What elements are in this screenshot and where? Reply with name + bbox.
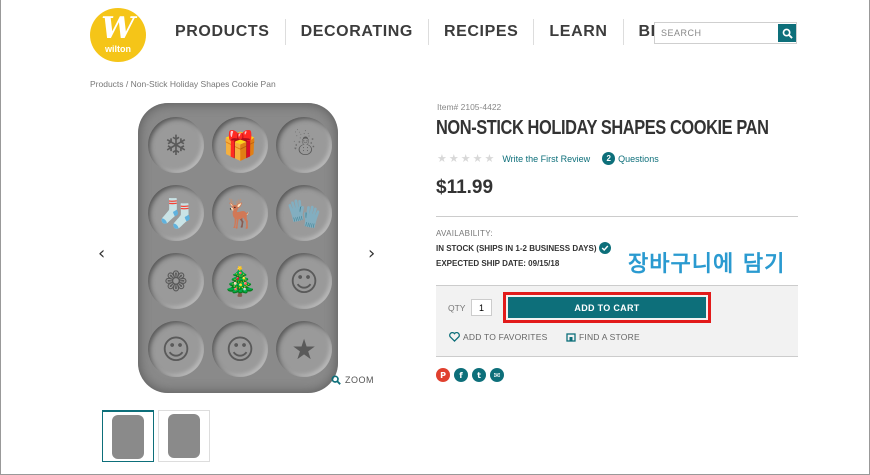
product-title: NON-STICK HOLIDAY SHAPES COOKIE PAN (436, 117, 769, 139)
gallery-prev-button[interactable]: ‹ (98, 243, 105, 264)
check-icon (599, 242, 612, 254)
pinterest-icon[interactable]: P (436, 368, 450, 382)
wreath-shape-icon: ❁ (148, 253, 204, 309)
logo-text: wilton (105, 44, 131, 54)
availability-status: IN STOCK (SHIPS IN 1-2 BUSINESS DAYS) (436, 242, 612, 254)
store-label: FIND A STORE (579, 332, 640, 342)
write-review-link[interactable]: Write the First Review (502, 154, 590, 164)
main-nav: PRODUCTS DECORATING RECIPES LEARN BLOG (160, 18, 702, 46)
breadcrumb[interactable]: Products / Non-Stick Holiday Shapes Cook… (90, 79, 276, 89)
qty-label: QTY (448, 303, 466, 313)
nav-products[interactable]: PRODUCTS (160, 19, 286, 45)
rating-row: ★★★★★ Write the First Review 2 Questions (437, 152, 659, 165)
pan-cavities: ❄ 🎁 ☃ 🧦 🦌 🧤 ❁ 🎄 ☺ ☺ ☺ ★ (148, 117, 332, 383)
reindeer-shape-icon: 🦌 (212, 185, 268, 241)
search-icon (782, 28, 793, 39)
search-box (654, 22, 797, 44)
add-to-cart-button[interactable]: ADD TO CART (508, 297, 706, 318)
mitten-shape-icon: 🧤 (276, 185, 332, 241)
find-a-store-button[interactable]: FIND A STORE (566, 332, 640, 342)
gingerbread-girl-shape-icon: ☺ (148, 321, 204, 377)
rating-stars: ★★★★★ (437, 152, 497, 165)
facebook-icon[interactable]: f (454, 368, 468, 382)
availability-label: AVAILABILITY: (436, 229, 493, 238)
zoom-icon (331, 375, 341, 385)
questions-link[interactable]: Questions (618, 154, 659, 164)
thumbnail-image (112, 414, 144, 459)
thumbnail-1[interactable] (102, 410, 154, 462)
favorites-label: ADD TO FAVORITES (463, 332, 548, 342)
heart-icon (449, 332, 460, 342)
thumbnail-2[interactable] (158, 410, 210, 462)
snowman-shape-icon: ☃ (276, 117, 332, 173)
store-icon (566, 333, 576, 342)
gift-shape-icon: 🎁 (212, 117, 268, 173)
thumbnail-image (168, 414, 200, 458)
social-share: P f t ✉ (436, 368, 504, 382)
tree-shape-icon: 🎄 (212, 253, 268, 309)
availability-text: IN STOCK (SHIPS IN 1-2 BUSINESS DAYS) (436, 243, 597, 253)
stocking-shape-icon: 🧦 (148, 185, 204, 241)
zoom-label: ZOOM (345, 375, 374, 385)
nav-recipes[interactable]: RECIPES (429, 19, 535, 45)
question-count-badge[interactable]: 2 (602, 152, 616, 165)
logo-letter: W (101, 11, 135, 46)
search-input[interactable] (655, 23, 777, 43)
qty-input[interactable] (471, 299, 492, 316)
divider (436, 216, 798, 217)
nav-decorating[interactable]: DECORATING (286, 19, 429, 45)
page-frame (0, 0, 870, 475)
product-image[interactable]: ❄ 🎁 ☃ 🧦 🦌 🧤 ❁ 🎄 ☺ ☺ ☺ ★ (138, 103, 338, 393)
wilton-logo[interactable]: W wilton (90, 8, 146, 62)
zoom-button[interactable]: ZOOM (331, 375, 374, 385)
price: $11.99 (436, 177, 494, 198)
gingerbread-shape-icon: ☺ (276, 253, 332, 309)
add-to-favorites-button[interactable]: ADD TO FAVORITES (449, 332, 547, 342)
item-number: Item# 2105-4422 (437, 102, 502, 112)
snowflake-shape-icon: ❄ (148, 117, 204, 173)
santa-shape-icon: ☺ (212, 321, 268, 377)
gallery-next-button[interactable]: › (368, 243, 375, 264)
email-icon[interactable]: ✉ (490, 368, 504, 382)
ship-date: EXPECTED SHIP DATE: 09/15/18 (436, 259, 560, 268)
nav-learn[interactable]: LEARN (534, 19, 624, 45)
star-shape-icon: ★ (276, 321, 332, 377)
twitter-icon[interactable]: t (472, 368, 486, 382)
search-button[interactable] (778, 24, 796, 42)
annotation-korean-label: 장바구니에 담기 (628, 252, 786, 277)
